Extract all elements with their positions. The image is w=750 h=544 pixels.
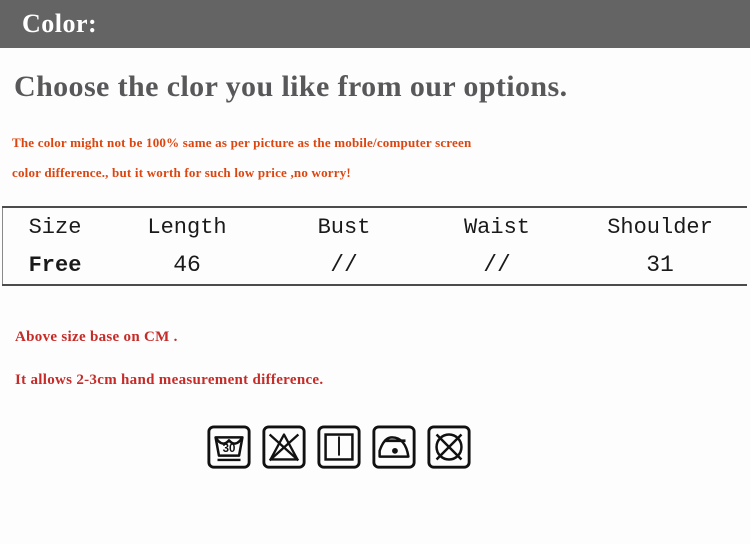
table-row: Free 46 // // 31 [3,246,748,285]
iron-low-icon [372,425,416,469]
do-not-bleach-icon [262,425,306,469]
wash-temperature-label: 30 [223,443,236,455]
wash-30-gentle-icon: 30 [207,425,251,469]
cell-length: 46 [173,252,201,278]
disclaimer-line-1: The color might not be 100% same as per … [12,135,472,150]
column-header-waist: Waist [463,214,530,240]
size-chart-header: Size Length Bust Waist Shoulder [3,207,748,246]
color-section-header: Color: [0,0,750,48]
cell-shoulder: 31 [646,252,674,278]
headline-text: Choose the clor you like from our option… [14,70,568,103]
page-title: Color: [22,9,98,38]
disclaimer-line-2: color difference., but it worth for such… [12,165,351,180]
column-header-bust: Bust [317,214,371,240]
cell-waist: // [483,252,511,278]
size-chart-table: Size Length Bust Waist Shoulder Free 46 … [2,206,747,286]
size-chart-container: Size Length Bust Waist Shoulder Free 46 … [0,206,750,286]
care-instruction-icons: 30 [0,424,750,470]
column-header-shoulder: Shoulder [607,214,713,240]
cell-size: Free [28,252,82,278]
column-header-length: Length [147,214,227,240]
note-line-tolerance: It allows 2-3cm hand measurement differe… [15,372,324,388]
table-header-row: Size Length Bust Waist Shoulder [3,207,748,246]
headline-container: Choose the clor you like from our option… [0,48,750,104]
note-line-units: Above size base on CM . [15,329,178,345]
column-header-size: Size [28,214,82,240]
cell-bust: // [330,252,358,278]
measurement-notes: Above size base on CM . It allows 2-3cm … [0,316,750,402]
color-disclaimer: The color might not be 100% same as per … [0,128,750,188]
size-chart-body: Free 46 // // 31 [3,246,748,285]
do-not-tumble-dry-icon [427,425,471,469]
drip-dry-icon [317,425,361,469]
